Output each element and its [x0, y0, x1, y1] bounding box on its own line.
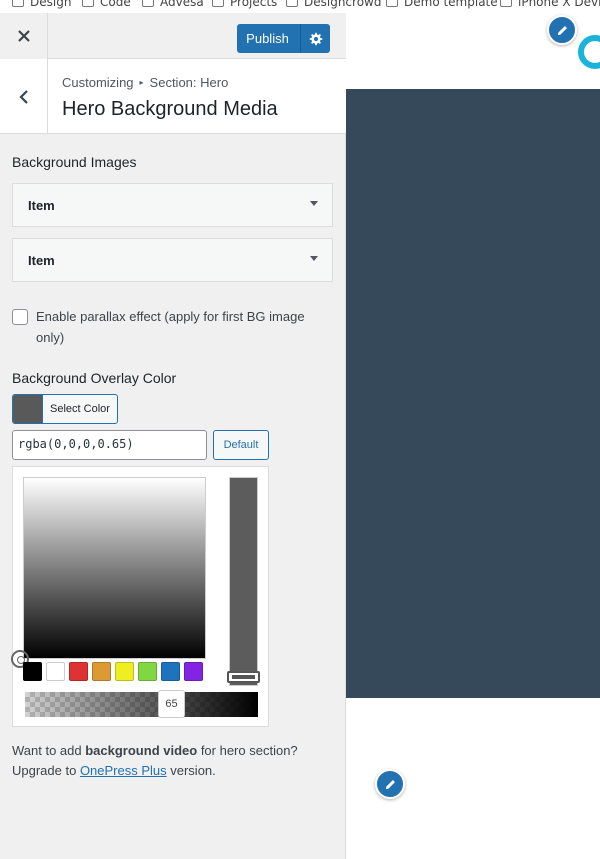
hero-section	[346, 89, 600, 698]
palette-swatch[interactable]	[138, 662, 157, 681]
folder-icon	[386, 0, 398, 7]
gear-icon	[309, 32, 322, 45]
close-button[interactable]	[0, 13, 48, 59]
caret-down-icon	[310, 201, 318, 206]
site-logo[interactable]	[578, 35, 600, 69]
default-button[interactable]: Default	[213, 430, 269, 460]
hue-slider[interactable]	[229, 477, 258, 686]
hue-slider-handle[interactable]	[227, 671, 260, 683]
color-value-input[interactable]: rgba(0,0,0,0.65)	[12, 430, 207, 460]
back-button[interactable]	[0, 59, 48, 134]
publish-label: Publish	[246, 31, 289, 46]
palette-swatch[interactable]	[46, 662, 65, 681]
parallax-checkbox[interactable]	[12, 309, 28, 325]
palette-swatch[interactable]	[69, 662, 88, 681]
color-square[interactable]	[23, 477, 206, 659]
folder-icon	[286, 0, 298, 7]
bookmarks-bar: Design Code Advesa Projects Designcrowd …	[0, 0, 600, 13]
bookmark-item[interactable]: iPhone X Device	[500, 0, 600, 9]
item-title: Item	[28, 198, 55, 213]
palette-swatch[interactable]	[92, 662, 111, 681]
select-color-label: Select Color	[50, 403, 110, 415]
folder-icon	[500, 0, 512, 7]
background-image-item[interactable]: Item	[12, 183, 333, 227]
bookmark-item[interactable]: Projects	[212, 0, 277, 9]
section-title: Hero Background Media	[62, 98, 278, 120]
breadcrumb-root: Customizing	[62, 75, 134, 90]
color-swatch	[13, 395, 43, 423]
alpha-value[interactable]: 65	[158, 690, 185, 718]
alpha-slider[interactable]: 65	[25, 690, 258, 718]
edit-shortcut-section[interactable]	[375, 769, 405, 799]
bookmark-item[interactable]: Designcrowd	[286, 0, 381, 9]
publish-button[interactable]: Publish	[237, 24, 330, 53]
customizer-panel: Publish Customizing ▸ Section: Hero Hero B…	[0, 13, 346, 859]
site-preview	[346, 13, 600, 859]
color-palette	[23, 662, 203, 681]
upsell-bold: background video	[85, 743, 198, 758]
color-picker: 65	[11, 466, 269, 727]
onepress-plus-link[interactable]: OnePress Plus	[80, 763, 167, 778]
pencil-icon	[385, 779, 395, 789]
background-image-item[interactable]: Item	[12, 238, 333, 282]
parallax-label[interactable]: Enable parallax effect (apply for first …	[36, 306, 336, 348]
select-color-button[interactable]: Select Color	[12, 394, 118, 424]
bookmark-item[interactable]: Code	[82, 0, 131, 9]
item-title: Item	[28, 253, 55, 268]
breadcrumb-section: Section: Hero	[149, 75, 229, 90]
pencil-icon	[557, 25, 567, 35]
folder-icon	[12, 0, 24, 7]
edit-shortcut-logo[interactable]	[547, 15, 577, 45]
overlay-color-label: Background Overlay Color	[12, 370, 177, 386]
folder-icon	[82, 0, 94, 7]
close-icon	[17, 30, 30, 42]
bookmark-item[interactable]: Advesa	[142, 0, 204, 9]
upsell-text: Want to add background video for hero se…	[12, 743, 298, 778]
chevron-left-icon	[18, 89, 28, 104]
section-header: Customizing ▸ Section: Hero Hero Backgroun…	[0, 59, 346, 134]
alpha-gradient	[25, 692, 258, 717]
background-images-label: Background Images	[12, 154, 137, 170]
palette-swatch[interactable]	[23, 662, 42, 681]
bookmark-item[interactable]: Design	[12, 0, 71, 9]
caret-down-icon	[310, 256, 318, 261]
breadcrumb: Customizing ▸ Section: Hero	[62, 75, 228, 90]
palette-swatch[interactable]	[184, 662, 203, 681]
breadcrumb-arrow-icon: ▸	[139, 78, 144, 87]
folder-icon	[212, 0, 224, 7]
palette-swatch[interactable]	[161, 662, 180, 681]
publish-settings-button[interactable]	[300, 24, 330, 53]
bookmark-item[interactable]: Demo template	[386, 0, 498, 9]
folder-icon	[142, 0, 154, 7]
customizer-header: Publish	[0, 13, 346, 59]
palette-swatch[interactable]	[115, 662, 134, 681]
